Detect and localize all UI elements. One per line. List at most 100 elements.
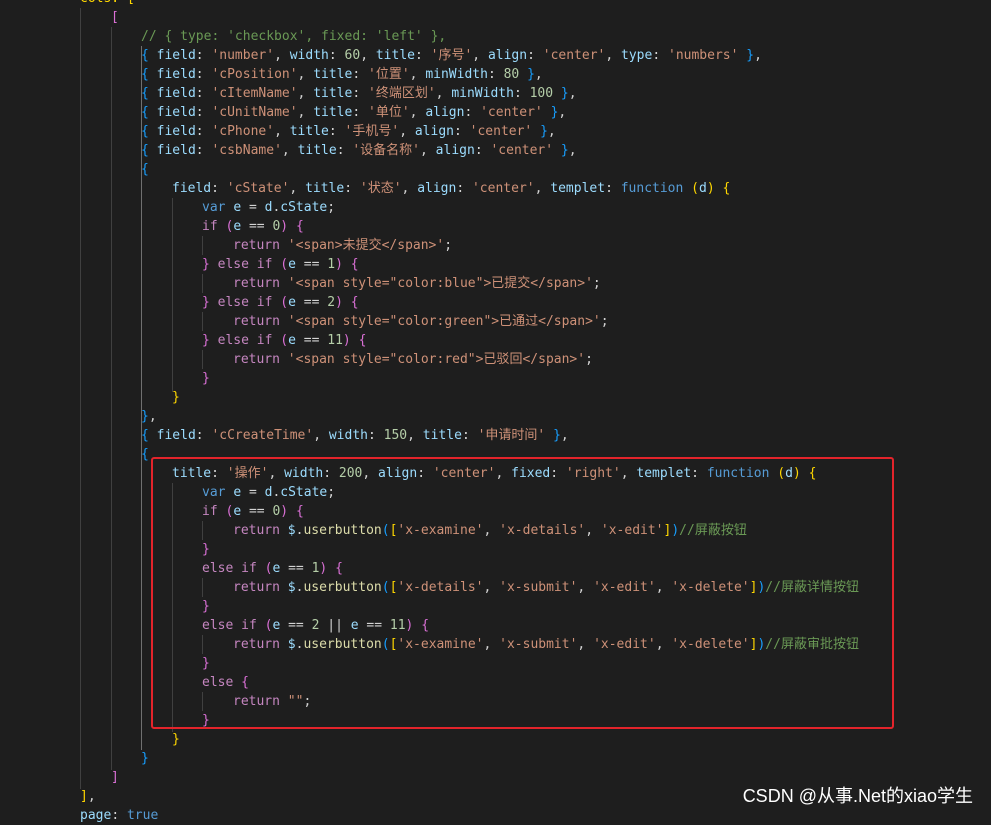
code-token: , xyxy=(754,48,762,63)
code-token: 'cPosition' xyxy=(211,67,298,82)
code-token: field xyxy=(156,86,196,101)
code-token: } xyxy=(527,67,535,82)
code-token: : xyxy=(414,48,431,63)
code-token: '终端区划' xyxy=(368,86,436,101)
code-token: , xyxy=(409,105,426,120)
code-token: , xyxy=(472,48,488,63)
code-token: { xyxy=(141,428,149,443)
indent-guide xyxy=(80,8,81,789)
code-token: title xyxy=(313,86,353,101)
code-token: else if xyxy=(217,333,273,348)
code-token: : xyxy=(487,67,504,82)
code-token: 1 xyxy=(327,257,336,272)
code-token: , xyxy=(360,48,376,63)
code-token: : xyxy=(461,428,478,443)
code-token: { xyxy=(141,67,149,82)
code-token: return xyxy=(233,238,280,253)
code-token: field xyxy=(156,67,196,82)
code-token: : xyxy=(328,124,345,139)
code-token: } xyxy=(746,48,755,63)
code-token: } xyxy=(560,86,569,101)
code-token: , xyxy=(399,124,415,139)
code-token: : xyxy=(195,124,212,139)
code-token: '位置' xyxy=(368,67,410,82)
code-token: ; xyxy=(585,352,593,367)
code-token: , xyxy=(534,181,551,196)
code-token: , xyxy=(407,428,423,443)
code-token: } xyxy=(540,124,548,139)
code-token: { xyxy=(350,257,359,272)
code-line: } xyxy=(141,749,149,768)
code-token: 'cUnitName' xyxy=(211,105,298,120)
code-token: } xyxy=(202,295,210,310)
code-token: { xyxy=(358,333,367,348)
code-token: 'numbers' xyxy=(668,48,739,63)
code-line: } else if (e == 1) { xyxy=(202,255,359,274)
code-token: else if xyxy=(217,295,273,310)
code-token: : xyxy=(352,67,368,82)
code-token: title xyxy=(297,143,337,158)
code-line: if (e == 0) { xyxy=(202,217,304,236)
code-token: : xyxy=(527,48,543,63)
code-token: 'number' xyxy=(211,48,275,63)
code-token: , xyxy=(568,143,577,158)
code-token: 'center' xyxy=(490,143,554,158)
code-token: : xyxy=(464,105,481,120)
code-token: '状态' xyxy=(359,181,402,196)
code-token: , xyxy=(401,181,418,196)
code-token: : xyxy=(195,428,212,443)
code-token: ( xyxy=(280,295,289,310)
code-token: , xyxy=(547,124,556,139)
code-token: 11 xyxy=(327,333,343,348)
code-token: : xyxy=(195,105,212,120)
code-token: , xyxy=(281,143,298,158)
code-line: } else if (e == 2) { xyxy=(202,293,359,312)
code-token: , xyxy=(420,143,436,158)
code-line: } xyxy=(172,388,180,407)
code-token: 'cCreateTime' xyxy=(211,428,314,443)
code-line: return '<span>未提交</span>'; xyxy=(233,236,452,255)
code-line: [ xyxy=(111,8,119,27)
code-token: : xyxy=(605,181,621,196)
code-token: } xyxy=(141,409,149,424)
code-line: { xyxy=(141,445,149,464)
code-token: align xyxy=(435,143,475,158)
code-token: : xyxy=(513,86,530,101)
code-line: ] xyxy=(111,768,119,787)
code-token: title xyxy=(313,67,353,82)
code-line: }, xyxy=(141,407,157,426)
code-token: ) xyxy=(335,257,343,272)
code-token: 'cState' xyxy=(226,181,290,196)
code-token: : xyxy=(211,181,227,196)
code-line: } xyxy=(172,730,180,749)
code-token: title xyxy=(313,105,353,120)
code-token: field xyxy=(172,181,212,196)
code-token: , xyxy=(534,67,543,82)
code-token: : xyxy=(195,67,212,82)
code-token: type xyxy=(621,48,653,63)
code-token: , xyxy=(568,86,577,101)
code-editor[interactable]: cols: [[// { type: 'checkbox', fixed: 'l… xyxy=(0,0,991,823)
code-line: field: 'cState', title: '状态', align: 'ce… xyxy=(172,179,730,198)
code-token: 'center' xyxy=(471,181,535,196)
code-token: , xyxy=(297,86,314,101)
code-token: 'center' xyxy=(469,124,533,139)
highlight-box xyxy=(151,457,894,729)
code-token: function xyxy=(620,181,684,196)
code-token: 'cItemName' xyxy=(211,86,298,101)
code-token: title xyxy=(422,428,462,443)
code-token: 2 xyxy=(327,295,336,310)
code-token: , xyxy=(297,105,314,120)
code-line: } xyxy=(202,369,210,388)
code-token: = xyxy=(241,200,265,215)
code-line: return '<span style="color:blue">已提交</sp… xyxy=(233,274,601,293)
code-token: return xyxy=(233,276,280,291)
indent-guide xyxy=(111,27,112,770)
code-line: } else if (e == 11) { xyxy=(202,331,366,350)
code-token: ; xyxy=(600,314,609,329)
